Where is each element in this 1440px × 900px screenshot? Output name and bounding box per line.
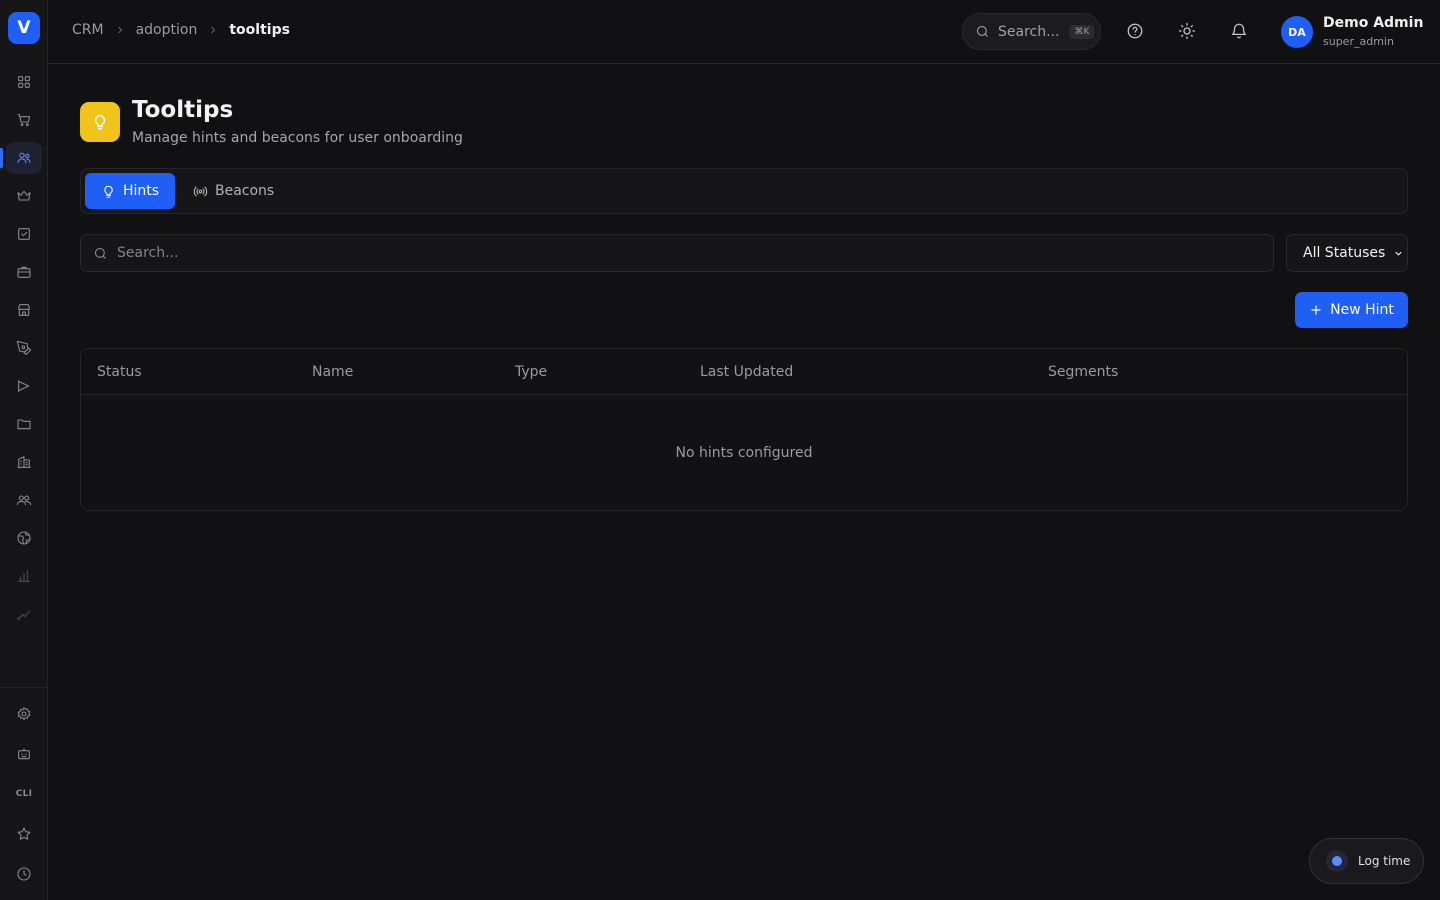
tab-hints[interactable]: Hints [85, 173, 176, 209]
global-search-button[interactable]: Search... ⌘K [962, 13, 1101, 50]
users-icon[interactable] [6, 142, 42, 174]
lightbulb-icon [104, 185, 113, 198]
bell-icon[interactable] [1228, 20, 1250, 42]
sidebar: V CLI [0, 0, 48, 900]
column-name[interactable]: Name [312, 364, 353, 380]
empty-state-message: No hints configured [675, 445, 813, 461]
gear-icon[interactable] [6, 698, 42, 730]
bar-chart-icon[interactable] [6, 560, 42, 592]
checkbox-icon[interactable] [6, 218, 42, 250]
sidebar-divider [0, 687, 48, 688]
briefcase-icon[interactable] [6, 256, 42, 288]
breadcrumb-adoption[interactable]: adoption [136, 22, 198, 38]
tab-hints-label: Hints [123, 183, 160, 199]
column-segments[interactable]: Segments [1048, 364, 1118, 380]
active-indicator [0, 148, 3, 168]
app-logo[interactable]: V [8, 12, 40, 44]
lightbulb-icon [94, 115, 106, 130]
search-icon [94, 247, 106, 259]
chevron-right-icon [211, 26, 216, 34]
cli-button[interactable]: CLI [6, 778, 42, 810]
clock-icon[interactable] [6, 858, 42, 890]
store-icon[interactable] [6, 294, 42, 326]
breadcrumb-current: tooltips [229, 22, 290, 38]
megaphone-icon[interactable] [6, 370, 42, 402]
tab-beacons[interactable]: Beacons [177, 173, 290, 209]
column-status[interactable]: Status [97, 364, 142, 380]
cart-icon[interactable] [6, 104, 42, 136]
column-type[interactable]: Type [515, 364, 547, 380]
star-icon[interactable] [6, 818, 42, 850]
theme-toggle-icon[interactable] [1176, 20, 1198, 42]
breadcrumb: CRM adoption tooltips [72, 22, 290, 38]
building-icon[interactable] [6, 446, 42, 478]
plus-icon [1311, 305, 1321, 315]
help-icon[interactable] [1124, 20, 1146, 42]
breadcrumb-crm[interactable]: CRM [72, 22, 104, 38]
hint-search-field [80, 234, 1274, 272]
hint-search-input[interactable] [117, 245, 1217, 261]
grid-icon[interactable] [6, 66, 42, 98]
timer-icon [1326, 850, 1348, 872]
new-hint-label: New Hint [1330, 302, 1394, 318]
folder-icon[interactable] [6, 408, 42, 440]
page-subtitle: Manage hints and beacons for user onboar… [132, 130, 463, 146]
table-header: Status Name Type Last Updated Segments [81, 349, 1407, 395]
globe-icon[interactable] [6, 522, 42, 554]
tab-beacons-label: Beacons [215, 183, 275, 199]
topbar: CRM adoption tooltips Search... ⌘K DA De… [48, 0, 1440, 64]
avatar[interactable]: DA [1281, 16, 1313, 48]
cli-label: CLI [15, 789, 33, 799]
log-time-label: Log time [1358, 854, 1411, 868]
team-icon[interactable] [6, 484, 42, 516]
robot-icon[interactable] [6, 738, 42, 770]
page-icon [80, 102, 120, 142]
broadcast-icon [193, 186, 208, 196]
user-role: super_admin [1323, 35, 1394, 48]
new-hint-button[interactable]: New Hint [1295, 292, 1408, 328]
hints-table: Status Name Type Last Updated Segments N… [80, 348, 1408, 511]
global-search-label: Search... [998, 23, 1060, 40]
column-last-updated[interactable]: Last Updated [700, 364, 793, 380]
pen-tool-icon[interactable] [6, 332, 42, 364]
chevron-down-icon [1395, 251, 1402, 256]
tab-bar: Hints Beacons [80, 168, 1408, 214]
status-filter-value: All Statuses [1303, 245, 1386, 261]
chevron-right-icon [117, 26, 122, 34]
crown-icon[interactable] [6, 180, 42, 212]
trend-icon[interactable] [6, 598, 42, 630]
status-filter-select[interactable]: All Statuses [1286, 234, 1408, 272]
search-shortcut: ⌘K [1069, 24, 1095, 39]
user-name[interactable]: Demo Admin [1323, 15, 1423, 31]
page-title: Tooltips [132, 97, 234, 123]
log-time-button[interactable]: Log time [1309, 838, 1424, 884]
search-icon [976, 25, 988, 37]
